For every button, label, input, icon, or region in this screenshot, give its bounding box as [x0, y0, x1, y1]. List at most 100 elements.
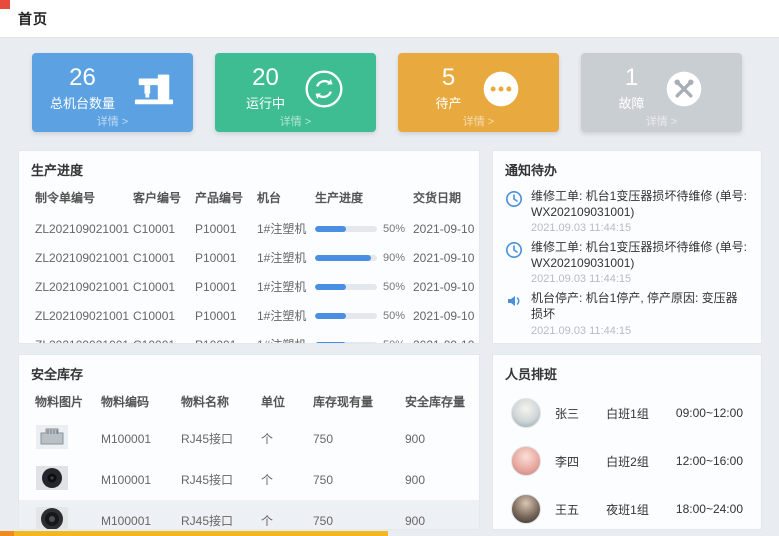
notice-text: 维修工单: 机台1变压器损坏待维修 (单号: WX202109031001) [531, 189, 749, 220]
shift-time: 12:00~16:00 [676, 454, 743, 468]
stat-card-waiting[interactable]: 5 待产 详情 > [398, 53, 559, 132]
cell-customer-no: C10001 [129, 272, 191, 301]
col-progress: 生产进度 [311, 185, 409, 214]
notice-item[interactable]: 计划暂停: 机台1生产计划已暂停 2021.09.03 11:44:15 [493, 339, 761, 344]
notice-item[interactable]: 维修工单: 机台1变压器损坏待维修 (单号: WX202109031001) 2… [493, 185, 761, 236]
table-row[interactable]: M100001 RJ45接口 个 750 900 [19, 459, 479, 500]
cell-product-no: P10001 [191, 214, 253, 243]
col-delivery-date: 交货日期 [409, 185, 479, 214]
ellipsis-icon [480, 68, 522, 110]
cell-customer-no: C10001 [129, 301, 191, 330]
cell-order-no: ZL202109021001 [19, 272, 129, 301]
cell-product-no: P10001 [191, 243, 253, 272]
cell-material-code: M100001 [97, 500, 177, 530]
col-unit: 单位 [257, 389, 309, 418]
window-corner-artifact [0, 0, 10, 9]
cell-material-code: M100001 [97, 459, 177, 500]
table-row[interactable]: ZL202109021001 C10001 P10001 1#注塑机 90% 2… [19, 243, 479, 272]
col-customer-no: 客户编号 [129, 185, 191, 214]
cell-delivery-date: 2021-09-10 [409, 301, 479, 330]
cell-current-stock: 750 [309, 418, 401, 459]
cell-machine: 1#注塑机 [253, 330, 311, 344]
stat-card-total-machines[interactable]: 26 总机台数量 详情 > [32, 53, 193, 132]
schedule-row: 李四 白班2组 12:00~16:00 [493, 437, 761, 485]
panel-title: 人员排班 [493, 355, 761, 389]
notices-panel: 通知待办 维修工单: 机台1变压器损坏待维修 (单号: WX2021090310… [492, 150, 762, 344]
inventory-table: 物料图片 物料编码 物料名称 单位 库存现有量 安全库存量 M100001 [19, 389, 479, 530]
cell-machine: 1#注塑机 [253, 272, 311, 301]
person-name: 张三 [555, 405, 606, 422]
col-machine: 机台 [253, 185, 311, 214]
cell-material-image [19, 459, 97, 500]
personnel-schedule-panel: 人员排班 张三 白班1组 09:00~12:00 李四 白班2组 12:00~1… [492, 354, 762, 530]
cell-product-no: P10001 [191, 330, 253, 344]
cell-material-image [19, 500, 97, 530]
avatar [511, 446, 541, 476]
notice-item[interactable]: 机台停产: 机台1停产, 停产原因: 变压器损坏 2021.09.03 11:4… [493, 287, 761, 338]
table-row[interactable]: M100001 RJ45接口 个 750 900 [19, 418, 479, 459]
table-row[interactable]: M100001 RJ45接口 个 750 900 [19, 500, 479, 530]
stat-card-running[interactable]: 20 运行中 详情 > [215, 53, 376, 132]
cell-safety-stock: 900 [401, 418, 479, 459]
speaker-icon [505, 292, 523, 336]
cell-customer-no: C10001 [129, 214, 191, 243]
shift-time: 09:00~12:00 [676, 406, 743, 420]
page-title: 首页 [18, 9, 48, 29]
table-row[interactable]: ZL202109021001 C10001 P10001 1#注塑机 50% 2… [19, 330, 479, 344]
cell-delivery-date: 2021-09-10 [409, 330, 479, 344]
cell-delivery-date: 2021-09-10 [409, 214, 479, 243]
machine-icon [133, 68, 175, 110]
running-icon [303, 68, 345, 110]
rj45-connector-image [35, 424, 93, 453]
notice-text: 维修工单: 机台1变压器损坏待维修 (单号: WX202109031001) [531, 240, 749, 271]
cell-progress: 90% [311, 243, 409, 272]
cell-unit: 个 [257, 459, 309, 500]
table-row[interactable]: ZL202109021001 C10001 P10001 1#注塑机 50% 2… [19, 214, 479, 243]
progress-bar [315, 226, 377, 232]
stat-value: 26 [50, 65, 115, 91]
clock-icon [505, 190, 523, 234]
cell-current-stock: 750 [309, 500, 401, 530]
cell-unit: 个 [257, 418, 309, 459]
production-table: 制令单编号 客户编号 产品编号 机台 生产进度 交货日期 ZL202109021… [19, 185, 479, 344]
stat-card-main: 1 故障 [618, 65, 644, 112]
detail-link[interactable]: 详情 > [32, 113, 193, 129]
speaker-component-image [35, 506, 93, 530]
safety-stock-panel: 安全库存 物料图片 物料编码 物料名称 单位 库存现有量 安全库存量 [18, 354, 480, 530]
cell-customer-no: C10001 [129, 330, 191, 344]
stat-card-fault[interactable]: 1 故障 详情 > [581, 53, 742, 132]
schedule-row: 王五 夜班1组 18:00~24:00 [493, 485, 761, 530]
shift-label: 白班2组 [606, 453, 676, 470]
detail-link[interactable]: 详情 > [581, 113, 742, 129]
person-name: 李四 [555, 453, 606, 470]
cell-machine: 1#注塑机 [253, 214, 311, 243]
cell-progress: 50% [311, 330, 409, 344]
table-row[interactable]: ZL202109021001 C10001 P10001 1#注塑机 50% 2… [19, 272, 479, 301]
cell-order-no: ZL202109021001 [19, 301, 129, 330]
progress-bar [315, 255, 377, 261]
person-name: 王五 [555, 501, 606, 518]
cell-order-no: ZL202109021001 [19, 330, 129, 344]
table-row[interactable]: ZL202109021001 C10001 P10001 1#注塑机 50% 2… [19, 301, 479, 330]
detail-link[interactable]: 详情 > [215, 113, 376, 129]
col-current-stock: 库存现有量 [309, 389, 401, 418]
cell-safety-stock: 900 [401, 459, 479, 500]
cell-delivery-date: 2021-09-10 [409, 243, 479, 272]
cell-product-no: P10001 [191, 301, 253, 330]
col-product-no: 产品编号 [191, 185, 253, 214]
progress-bar [315, 284, 377, 290]
panel-title: 通知待办 [493, 151, 761, 185]
stat-card-main: 5 待产 [435, 65, 461, 112]
col-safety-stock: 安全库存量 [401, 389, 479, 418]
cell-material-image [19, 418, 97, 459]
notice-time: 2021.09.03 11:44:15 [531, 222, 749, 234]
col-material-code: 物料编码 [97, 389, 177, 418]
detail-link[interactable]: 详情 > [398, 113, 559, 129]
table-header-row: 制令单编号 客户编号 产品编号 机台 生产进度 交货日期 [19, 185, 479, 214]
avatar [511, 494, 541, 524]
col-material-image: 物料图片 [19, 389, 97, 418]
notice-item[interactable]: 维修工单: 机台1变压器损坏待维修 (单号: WX202109031001) 2… [493, 236, 761, 287]
production-progress-panel: 生产进度 制令单编号 客户编号 产品编号 机台 生产进度 交货日期 ZL2021… [18, 150, 480, 344]
shift-label: 夜班1组 [606, 501, 676, 518]
cell-machine: 1#注塑机 [253, 243, 311, 272]
